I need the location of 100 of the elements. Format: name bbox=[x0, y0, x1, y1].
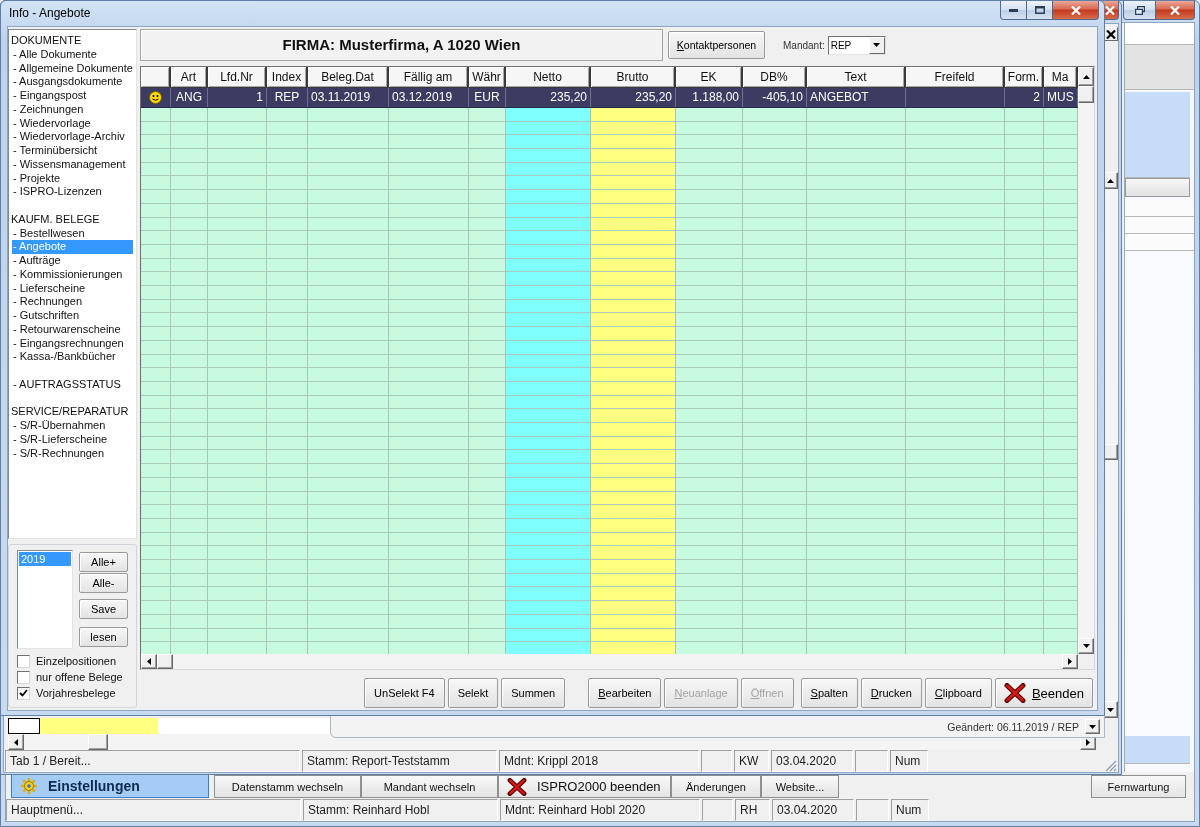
nav-item[interactable]: - Bestellwesen bbox=[12, 226, 133, 241]
nav-item[interactable]: - Kassa-/Bankbücher bbox=[12, 350, 133, 364]
scroll-right-button[interactable] bbox=[1062, 654, 1078, 669]
nav-item[interactable]: - Terminübersicht bbox=[12, 144, 133, 158]
scroll-up-button[interactable] bbox=[1078, 67, 1094, 86]
checkbox[interactable] bbox=[17, 654, 30, 668]
caret-left-icon bbox=[14, 738, 18, 746]
nav-item[interactable]: - S/R-Rechnungen bbox=[12, 446, 133, 461]
nav-item[interactable]: - Rechnungen bbox=[12, 295, 133, 309]
caret-down-icon bbox=[873, 43, 881, 47]
filter-button[interactable]: Alle- bbox=[79, 573, 128, 593]
toolbar-button[interactable]: Einstellungen bbox=[11, 774, 209, 798]
table-cell: REP bbox=[267, 88, 308, 107]
action-button[interactable]: Bearbeiten bbox=[588, 678, 662, 708]
column-header[interactable]: Form. bbox=[1005, 67, 1044, 87]
toolbar-button[interactable]: Mandant wechseln bbox=[361, 775, 498, 798]
nav-item[interactable]: - AUFTRAGSSTATUS bbox=[12, 377, 133, 392]
status-text: Tab 1 / Bereit... bbox=[5, 750, 300, 772]
scroll-down-button[interactable] bbox=[1085, 719, 1100, 734]
action-button[interactable]: Clipboard bbox=[924, 678, 992, 708]
modified-label: Geändert: 06.11.2019 / REP bbox=[947, 720, 1079, 734]
mandant-label: Mandant: bbox=[783, 39, 825, 51]
column-header[interactable]: Index bbox=[267, 67, 308, 87]
table-cell: 235,20 bbox=[591, 88, 676, 107]
toolbar-button[interactable]: Datenstamm wechseln bbox=[214, 775, 361, 798]
scroll-left-button[interactable] bbox=[141, 654, 157, 669]
toolbar-area bbox=[1125, 45, 1194, 90]
status-text: Num bbox=[890, 750, 928, 772]
close-icon bbox=[1170, 5, 1180, 15]
column-header[interactable]: Freifeld bbox=[906, 67, 1005, 87]
column-header[interactable]: EK bbox=[676, 67, 743, 87]
resize-grip-icon bbox=[1105, 760, 1117, 772]
toolbar-button[interactable]: ISPRO2000 beenden bbox=[498, 775, 671, 798]
column-header[interactable]: Art bbox=[171, 67, 208, 87]
mandant-dropdown[interactable]: REP bbox=[827, 35, 886, 55]
table-cell: 235,20 bbox=[506, 88, 591, 107]
filter-button[interactable]: Alle+ bbox=[79, 552, 128, 572]
checkbox[interactable] bbox=[17, 670, 30, 684]
status-text: 03.04.2020 bbox=[771, 750, 853, 772]
toolbar-button[interactable]: Änderungen bbox=[671, 775, 761, 798]
column-header[interactable]: Ma bbox=[1044, 67, 1078, 87]
column-header[interactable]: Beleg.Dat bbox=[308, 67, 389, 87]
close-icon bbox=[1070, 5, 1081, 15]
action-button[interactable]: Beenden bbox=[994, 678, 1093, 708]
checkbox-label: nur offene Belege bbox=[36, 671, 123, 683]
scrollbar-thumb[interactable] bbox=[1078, 86, 1094, 103]
nav-item[interactable]: - Eingangspost bbox=[12, 89, 133, 103]
column-header[interactable]: DB% bbox=[743, 67, 807, 87]
nav-item[interactable]: - Wissensmanagement bbox=[12, 157, 133, 172]
filter-button[interactable]: Save bbox=[79, 599, 128, 619]
scroll-down-button[interactable] bbox=[1078, 638, 1094, 654]
column-header[interactable]: Lfd.Nr bbox=[208, 67, 267, 87]
action-button[interactable]: Summen bbox=[501, 678, 566, 708]
filter-button[interactable]: lesen bbox=[79, 627, 128, 647]
nav-item[interactable]: - Eingangsrechnungen bbox=[12, 336, 133, 351]
action-button[interactable]: Selekt bbox=[447, 678, 499, 708]
column-header[interactable]: Text bbox=[807, 67, 906, 87]
nav-item[interactable]: - ISPRO-Lizenzen bbox=[12, 185, 133, 199]
status-text: Stamm: Reinhard Hobl bbox=[303, 799, 498, 821]
maximize-button[interactable] bbox=[1026, 1, 1053, 20]
status-text: Stamm: Report-Teststamm bbox=[302, 750, 497, 772]
nav-item[interactable]: - Allgemeine Dokumente bbox=[12, 61, 133, 76]
nav-item[interactable]: - Wiedervorlage-Archiv bbox=[12, 130, 133, 144]
status-text: KW bbox=[734, 750, 769, 772]
action-button[interactable]: Spalten bbox=[800, 678, 858, 708]
table-row[interactable]: ANG 1 REP 03.11.2019 03.12.2019 EUR 235,20 235,20 1.188,00 -405,10 ANGEBOT 2 MUS bbox=[141, 88, 1078, 108]
column-header[interactable]: Brutto bbox=[591, 67, 676, 87]
nav-item[interactable]: - Retourwarenscheine bbox=[12, 322, 133, 337]
nav-item[interactable]: - Kommissionierungen bbox=[12, 267, 133, 282]
action-button[interactable]: UnSelekt F4 bbox=[364, 678, 445, 708]
nav-item[interactable]: - Aufträge bbox=[12, 254, 133, 268]
scrollbar-thumb[interactable] bbox=[157, 654, 173, 669]
column-header[interactable]: Netto bbox=[506, 67, 591, 87]
column-header[interactable]: Währ bbox=[469, 67, 506, 87]
restore-button[interactable] bbox=[1123, 1, 1156, 20]
nav-item[interactable]: - Zeichnungen bbox=[12, 102, 133, 117]
nav-item[interactable]: - Alle Dokumente bbox=[12, 47, 133, 62]
nav-item[interactable]: - Projekte bbox=[12, 171, 133, 186]
nav-item[interactable]: - Lieferscheine bbox=[12, 281, 133, 296]
checkbox[interactable] bbox=[17, 686, 30, 700]
section-heading: DOKUMENTE bbox=[10, 34, 83, 48]
toolbar-button[interactable]: Website... bbox=[761, 775, 839, 798]
empty-status-panel bbox=[702, 799, 733, 821]
caret-right-icon bbox=[1086, 738, 1090, 746]
panel-button[interactable] bbox=[1125, 178, 1190, 197]
nav-item[interactable]: - S/R-Lieferscheine bbox=[12, 432, 133, 447]
nav-item[interactable]: - Wiedervorlage bbox=[12, 116, 133, 131]
column-header[interactable]: Fällig am bbox=[389, 67, 469, 87]
toolbar-button[interactable]: Fernwartung bbox=[1091, 775, 1186, 798]
action-button[interactable]: Drucken bbox=[860, 678, 922, 708]
selection-area bbox=[1125, 736, 1190, 764]
nav-item[interactable]: - S/R-Übernahmen bbox=[12, 419, 133, 433]
section-heading: KAUFM. BELEGE bbox=[10, 212, 101, 227]
scrollbar-thumb[interactable] bbox=[88, 734, 108, 750]
minimize-button[interactable] bbox=[1000, 1, 1027, 20]
checkbox-label: Einzelpositionen bbox=[36, 655, 117, 667]
nav-item[interactable]: - Gutschriften bbox=[12, 309, 133, 323]
contacts-button[interactable]: Kontaktpersonen bbox=[668, 31, 765, 59]
nav-item[interactable]: - Ausgangsdokumente bbox=[12, 75, 133, 89]
scroll-left-button[interactable] bbox=[8, 734, 24, 750]
